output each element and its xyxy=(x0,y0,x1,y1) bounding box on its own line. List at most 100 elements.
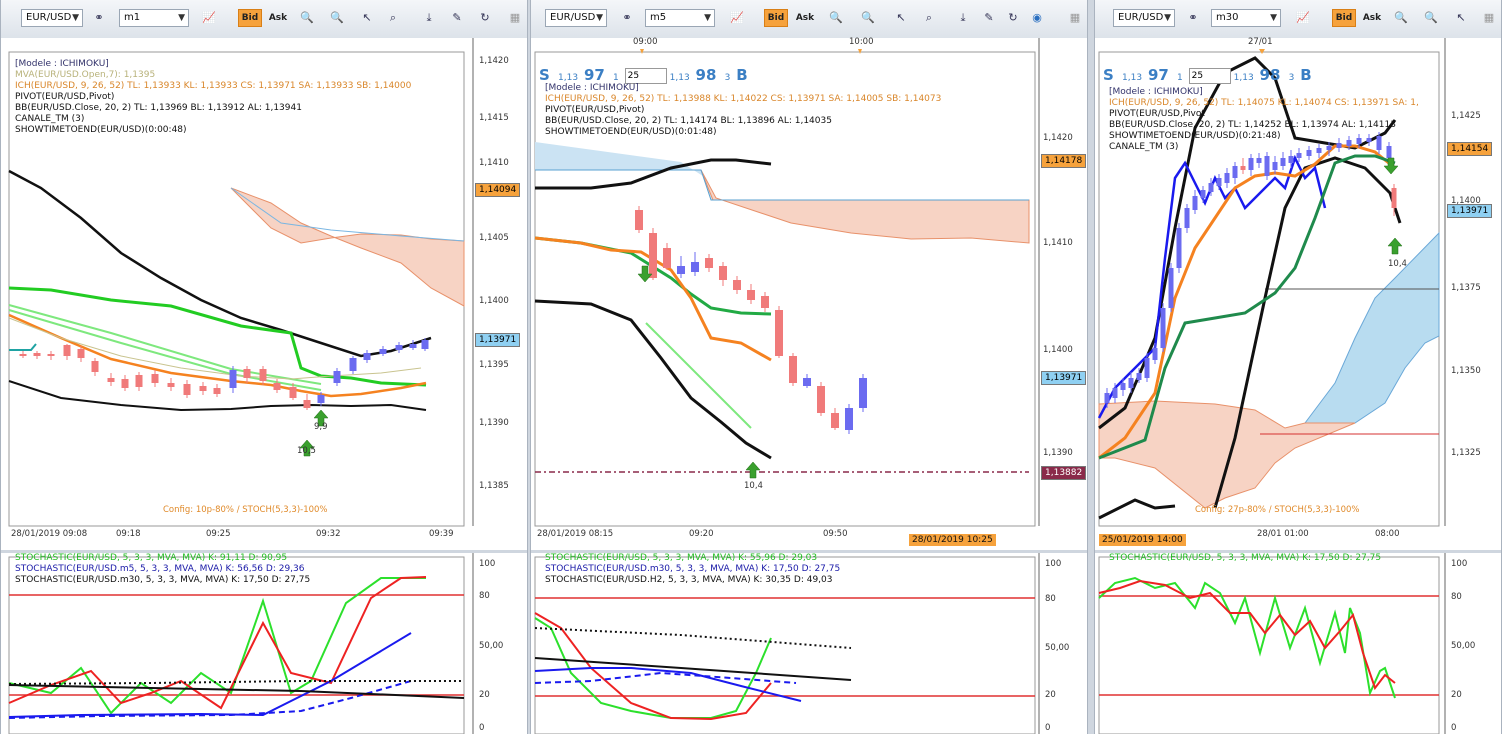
zoom-out-icon[interactable]: 🔍 xyxy=(1421,9,1441,27)
time-tick-label: 09:25 xyxy=(206,529,231,539)
sell-prefix: 1,13 xyxy=(1122,73,1145,83)
candle-body xyxy=(1128,378,1134,388)
zoom-in-icon[interactable]: 🔍 xyxy=(297,9,317,27)
zoom-in-icon[interactable]: 🔍 xyxy=(1391,9,1411,27)
price-marker: 1,13971 xyxy=(475,333,521,347)
price-chart[interactable]: S 1,13 97 1 25 1,13 98 3 B [Modele : ICH… xyxy=(531,37,1087,550)
indicator-icon[interactable]: ⌕ xyxy=(919,9,939,27)
refresh-icon[interactable]: ↻ xyxy=(475,9,495,27)
cursor-icon[interactable]: ↖ xyxy=(1451,9,1471,27)
zoom-out-icon[interactable]: 🔍 xyxy=(858,9,878,27)
spread-field[interactable]: 25 xyxy=(624,67,667,84)
price-chart[interactable]: S 1,13 97 1 25 1,13 98 3 B [Modele : ICH… xyxy=(1095,37,1501,550)
candle-body xyxy=(817,386,825,413)
symbol-value: EUR/USD xyxy=(26,12,72,23)
chart-toolbar: EUR/USD ▼ ⚭ m5 ▼ 📈 Bid Ask 🔍 🔍 ↖ ⌕ ⤓ ✎ ↻ ◉… xyxy=(531,0,1087,39)
refresh-icon[interactable]: ↻ xyxy=(1003,9,1023,27)
draw-icon[interactable]: ✎ xyxy=(979,9,999,27)
zoom-in-icon[interactable]: 🔍 xyxy=(826,9,846,27)
candle-body xyxy=(303,400,311,408)
candle-body xyxy=(719,266,727,280)
timeframe-select[interactable]: m1 ▼ xyxy=(119,9,189,27)
link-icon[interactable]: ⚭ xyxy=(617,9,637,27)
candle-body xyxy=(409,344,417,348)
globe-icon[interactable]: ◉ xyxy=(1027,9,1047,27)
candle-body xyxy=(1386,146,1392,158)
chart-type-icon[interactable]: 📈 xyxy=(1293,9,1313,27)
bid-toggle[interactable]: Bid xyxy=(764,9,788,27)
price-tick-label: 1,1420 xyxy=(1043,133,1073,143)
download-icon[interactable]: ⤓ xyxy=(419,9,439,27)
pin-icon[interactable]: ▦ xyxy=(1479,9,1499,27)
legend-line: BB(EUR/USD.Close, 20, 2) TL: 1,13969 BL:… xyxy=(15,103,302,113)
chart-toolbar: EUR/USD ▼ ⚭ m1 ▼ 📈 Bid Ask 🔍 🔍 ↖ ⌕ ⤓ ✎ ↻ ▦ xyxy=(1,0,527,39)
pin-icon[interactable]: ▦ xyxy=(1065,9,1085,27)
chevron-down-icon: ▼ xyxy=(596,13,603,23)
candle-body xyxy=(691,262,699,272)
candle-body xyxy=(649,233,657,278)
price-tick-label: 1,1400 xyxy=(479,296,509,306)
link-icon[interactable]: ⚭ xyxy=(89,9,109,27)
ask-toggle[interactable]: Ask xyxy=(793,9,817,27)
candle-body xyxy=(1216,178,1222,186)
zoom-out-icon[interactable]: 🔍 xyxy=(327,9,347,27)
candle-body xyxy=(1264,156,1270,176)
oscillator-pane[interactable]: STOCHASTIC(EUR/USD, 5, 3, 3, MVA, MVA) K… xyxy=(1095,553,1501,734)
legend-line: ICH(EUR/USD, 9, 26, 52) TL: 1,14075 KL: … xyxy=(1109,98,1419,108)
symbol-select[interactable]: EUR/USD ▼ xyxy=(545,9,607,27)
osc-tick-label: 20 xyxy=(1451,690,1462,700)
candle-body xyxy=(775,310,783,356)
price-tick-label: 1,1325 xyxy=(1451,448,1481,458)
oscillator-pane[interactable]: STOCHASTIC(EUR/USD, 5, 3, 3, MVA, MVA) K… xyxy=(531,553,1087,734)
cursor-icon[interactable]: ↖ xyxy=(357,9,377,27)
price-chart[interactable]: [Modele : ICHIMOKU] MVA(EUR/USD.Open,7): … xyxy=(1,38,527,550)
indicator-icon[interactable]: ⌕ xyxy=(383,9,403,27)
bid-toggle[interactable]: Bid xyxy=(238,9,262,27)
download-icon[interactable]: ⤓ xyxy=(953,9,973,27)
symbol-select[interactable]: EUR/USD ▼ xyxy=(1113,9,1175,27)
sell-prefix: 1,13 xyxy=(558,73,581,83)
candle-body xyxy=(1200,190,1206,198)
draw-icon[interactable]: ✎ xyxy=(447,9,467,27)
candle-body xyxy=(1346,140,1352,146)
time-box: 25/01/2019 14:00 xyxy=(1099,534,1186,546)
candle-body xyxy=(19,354,27,356)
candle-body xyxy=(1168,268,1174,308)
timeframe-value: m1 xyxy=(124,12,141,23)
bid-ask-quote[interactable]: S 1,13 97 1 25 1,13 98 3 B xyxy=(539,66,751,84)
arrow-label: 9,9 xyxy=(314,422,328,432)
candle-body xyxy=(379,349,387,354)
buy-prefix: 1,13 xyxy=(1233,73,1257,83)
candle-body xyxy=(1376,136,1382,150)
legend-line: MVA(EUR/USD.Open,7): 1,1395 xyxy=(15,70,156,80)
candle-body xyxy=(1288,156,1294,163)
candle-body xyxy=(1112,388,1118,398)
price-tick-label: 1,1400 xyxy=(1043,345,1073,355)
ask-toggle[interactable]: Ask xyxy=(1360,9,1384,27)
legend-line: SHOWTIMETOEND(EUR/USD)(0:00:48) xyxy=(15,125,187,135)
timeframe-select[interactable]: m30 ▼ xyxy=(1211,9,1281,27)
symbol-select[interactable]: EUR/USD ▼ xyxy=(21,9,83,27)
time-tick-label: 09:50 xyxy=(823,529,848,539)
bid-ask-quote[interactable]: S 1,13 97 1 25 1,13 98 3 B xyxy=(1103,66,1315,84)
top-time-label: 09:00 xyxy=(633,37,658,47)
chevron-down-icon: ▼ xyxy=(178,13,185,23)
link-icon[interactable]: ⚭ xyxy=(1183,9,1203,27)
oscillator-pane[interactable]: STOCHASTIC(EUR/USD, 5, 3, 3, MVA, MVA) K… xyxy=(1,553,527,734)
time-box: 28/01/2019 10:25 xyxy=(909,534,996,546)
spread-field[interactable]: 25 xyxy=(1188,67,1231,84)
bid-toggle[interactable]: Bid xyxy=(1332,9,1356,27)
time-tick-label: 28/01/2019 09:08 xyxy=(11,529,88,539)
candle-body xyxy=(1306,150,1312,156)
chart-type-icon[interactable]: 📈 xyxy=(199,9,219,27)
pin-icon[interactable]: ▦ xyxy=(505,9,525,27)
timeframe-select[interactable]: m5 ▼ xyxy=(645,9,715,27)
timeframe-value: m5 xyxy=(650,12,667,23)
ask-toggle[interactable]: Ask xyxy=(266,9,290,27)
osc-tick-label: 100 xyxy=(1045,559,1062,569)
candle-body xyxy=(1248,158,1254,170)
cursor-icon[interactable]: ↖ xyxy=(891,9,911,27)
chevron-down-icon: ▼ xyxy=(1164,13,1171,23)
chart-type-icon[interactable]: 📈 xyxy=(727,9,747,27)
candle-body xyxy=(333,371,341,383)
